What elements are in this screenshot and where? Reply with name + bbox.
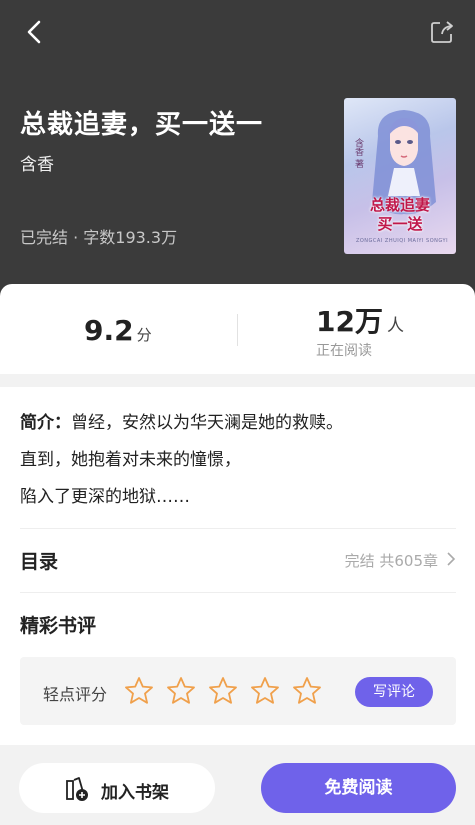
bottom-action-bar: 加入书架 免费阅读 [0, 745, 475, 825]
intro-line1: 曾经，安然以为华天澜是她的救赎。 [71, 413, 343, 433]
write-review-button[interactable]: 写评论 [355, 677, 433, 707]
intro-label: 简介 [20, 413, 54, 433]
divider [20, 592, 456, 593]
add-to-shelf-label: 加入书架 [101, 783, 169, 803]
read-free-button[interactable]: 免费阅读 [261, 763, 456, 813]
book-detail-body: 简介：曾经，安然以为华天澜是她的救赎。 直到，她抱着对未来的憧憬， 陷入了更深的… [0, 387, 475, 745]
reviews-title: 精彩书评 [20, 615, 97, 637]
book-header: 总裁追妻，买一送一 含香 已完结 · 字数193.3万 含香 著 总裁追妻 买一… [0, 0, 475, 300]
back-icon[interactable] [22, 18, 46, 46]
toc-summary: 完结 共605章 [344, 552, 438, 570]
cover-title-line1: 总裁追妻 [369, 196, 430, 214]
star-outline-icon[interactable] [250, 676, 280, 706]
star-outline-icon[interactable] [124, 676, 154, 706]
intro-line2: 直到，她抱着对未来的憧憬， [20, 450, 241, 470]
toc-row[interactable]: 目录 完结 共605章 [20, 539, 456, 579]
intro-colon: ： [54, 413, 71, 433]
stats-divider [237, 314, 238, 346]
cover-author: 含香 著 [353, 138, 363, 168]
rate-label: 轻点评分 [43, 685, 108, 704]
reviews-row: 精彩书评 [20, 603, 456, 643]
readers-value: 12万 [316, 305, 383, 338]
cover-title-line2: 买一送 [377, 215, 423, 233]
book-cover[interactable]: 含香 著 总裁追妻 买一送 ZONGCAI ZHUIQI MAIYI SONGY… [344, 98, 456, 254]
star-outline-icon[interactable] [292, 676, 322, 706]
add-to-shelf-button[interactable]: 加入书架 [19, 763, 215, 813]
add-bookshelf-icon [66, 777, 88, 801]
readers: 12万人 [316, 300, 404, 340]
book-intro[interactable]: 简介：曾经，安然以为华天澜是她的救赎。 直到，她抱着对未来的憧憬， 陷入了更深的… [20, 405, 460, 516]
rating: 9.2 分 [84, 314, 152, 347]
toc-title: 目录 [20, 551, 59, 573]
stats-card: 9.2 分 12万人 正在阅读 [0, 284, 475, 374]
rate-box: 轻点评分 写评论 [20, 657, 456, 725]
cover-title: 总裁追妻 买一送 [350, 196, 450, 234]
star-outline-icon[interactable] [166, 676, 196, 706]
rating-unit: 分 [136, 326, 152, 344]
star-outline-icon[interactable] [208, 676, 238, 706]
chevron-right-icon [447, 552, 456, 566]
cover-small-text: ZONGCAI ZHUIQI MAIYI SONGYI [355, 238, 449, 244]
book-author[interactable]: 含香 [20, 150, 54, 175]
readers-unit: 人 [386, 316, 404, 336]
divider [20, 528, 456, 529]
share-icon[interactable] [428, 18, 456, 46]
book-status: 已完结 · 字数193.3万 [20, 228, 178, 247]
book-title: 总裁追妻，买一送一 [20, 110, 264, 140]
rating-value: 9.2 [84, 314, 134, 347]
readers-label: 正在阅读 [316, 343, 372, 359]
intro-line3: 陷入了更深的地狱…… [20, 487, 190, 507]
